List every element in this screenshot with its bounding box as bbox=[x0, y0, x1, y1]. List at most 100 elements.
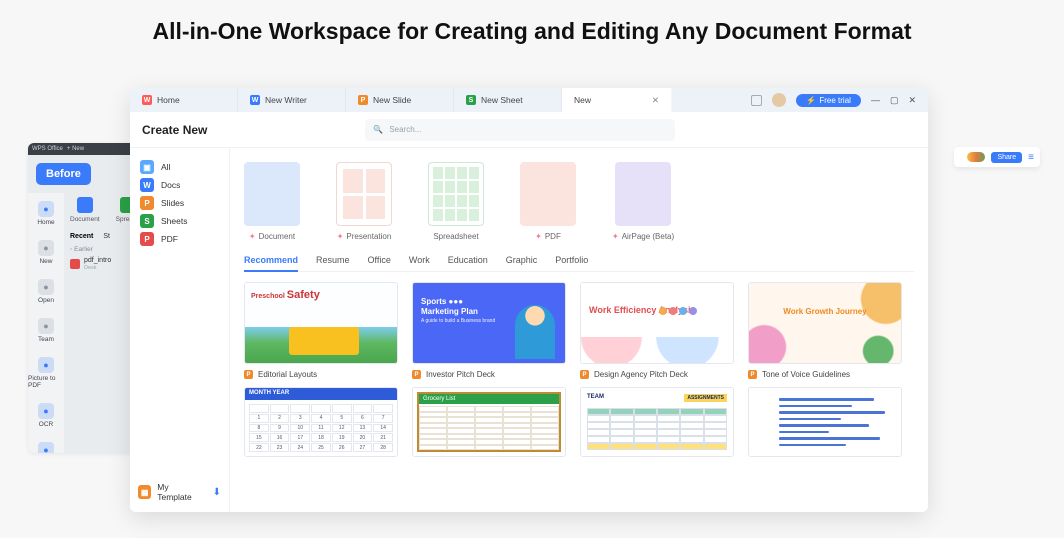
template-label: Investor Pitch Deck bbox=[426, 370, 495, 379]
rail-icon: ● bbox=[38, 403, 54, 419]
template-thumb: Sports ●●●Marketing PlanA guide to build… bbox=[412, 282, 566, 364]
tab-label: New Writer bbox=[265, 95, 307, 105]
before-rail-item[interactable]: ●New bbox=[38, 240, 54, 265]
before-rail-item[interactable]: ● OCR bbox=[38, 403, 54, 428]
window-tab[interactable]: WHome bbox=[130, 88, 238, 112]
before-file-name: pdf_intro bbox=[84, 257, 111, 264]
menu-icon[interactable]: ≡ bbox=[1028, 152, 1034, 163]
doc-type-thumb bbox=[615, 162, 671, 226]
doc-type-label: ✦AirPage (Beta) bbox=[612, 232, 674, 241]
template-card[interactable]: Grocery List bbox=[412, 387, 566, 457]
tab-icon: W bbox=[250, 95, 260, 105]
minimize-icon[interactable]: — bbox=[871, 95, 880, 106]
template-type-icon: P bbox=[412, 370, 421, 379]
before-rail-item[interactable]: ●Open bbox=[38, 279, 54, 304]
before-rail-item[interactable]: ●Team bbox=[38, 318, 54, 343]
sidebar-label: Sheets bbox=[161, 216, 187, 226]
sidebar-item[interactable]: WDocs bbox=[138, 176, 221, 194]
template-thumb: TEAMASSIGNMENTS bbox=[580, 387, 734, 457]
doc-type-label: ✦Presentation bbox=[337, 232, 392, 241]
template-row-2: MONTH YEAR123456789101112131415161718192… bbox=[244, 387, 914, 457]
before-badge: Before bbox=[36, 163, 91, 185]
sidebar-item[interactable]: S Sheets bbox=[138, 212, 221, 230]
template-thumb bbox=[748, 387, 902, 457]
avatar[interactable] bbox=[772, 93, 786, 107]
maximize-icon[interactable]: ▢ bbox=[890, 95, 899, 106]
sidebar-item[interactable]: P Slides bbox=[138, 194, 221, 212]
search-icon: 🔍 bbox=[373, 125, 383, 134]
category-tab[interactable]: Education bbox=[448, 255, 488, 265]
doc-type-thumb bbox=[244, 162, 300, 226]
template-card[interactable] bbox=[748, 387, 902, 457]
quick-icon bbox=[77, 197, 93, 213]
my-template-icon: ▦ bbox=[138, 485, 151, 499]
doc-type[interactable]: Spreadsheet bbox=[428, 162, 484, 241]
layout-icon[interactable] bbox=[751, 95, 762, 106]
category-tab[interactable]: Portfolio bbox=[555, 255, 588, 265]
tab-close-icon[interactable]: ✕ bbox=[652, 95, 659, 106]
doc-type[interactable]: ✦PDF bbox=[520, 162, 576, 241]
rail-label: OCR bbox=[39, 421, 53, 428]
template-card[interactable]: TEAMASSIGNMENTS bbox=[580, 387, 734, 457]
quick-label: Document bbox=[70, 216, 100, 223]
template-thumb: Work Efficiency Analysis bbox=[580, 282, 734, 364]
sidebar-item[interactable]: ▣ All bbox=[138, 158, 221, 176]
doc-type-label: ✦Document bbox=[249, 232, 295, 241]
doc-type[interactable]: ✦Document bbox=[244, 162, 300, 241]
doc-type[interactable]: ✦AirPage (Beta) bbox=[612, 162, 674, 241]
sidebar-label: PDF bbox=[161, 234, 178, 244]
my-template-button[interactable]: ▦ My Template ⬇ bbox=[138, 482, 221, 502]
category-tab[interactable]: Office bbox=[368, 255, 391, 265]
doc-type[interactable]: ✦Presentation bbox=[336, 162, 392, 241]
sidebar-icon: ▣ bbox=[140, 160, 154, 174]
share-button[interactable]: Share bbox=[991, 152, 1022, 163]
sidebar-icon: S bbox=[140, 214, 154, 228]
window-tab[interactable]: SNew Sheet bbox=[454, 88, 562, 112]
avatars-icon bbox=[967, 152, 985, 162]
template-label: Design Agency Pitch Deck bbox=[594, 370, 688, 379]
template-thumb: Preschool Safety bbox=[244, 282, 398, 364]
before-quick-item[interactable]: Document bbox=[70, 197, 100, 223]
sidebar-icon: W bbox=[140, 178, 154, 192]
rail-label: Team bbox=[38, 336, 54, 343]
before-tab-new: + New bbox=[67, 146, 84, 152]
template-card[interactable]: Work Growth JourneyPTone of Voice Guidel… bbox=[748, 282, 902, 379]
category-tab[interactable]: Recommend bbox=[244, 255, 298, 272]
before-tab-st[interactable]: St bbox=[103, 233, 110, 240]
sidebar-icon: P bbox=[140, 232, 154, 246]
template-type-icon: P bbox=[748, 370, 757, 379]
window-tab[interactable]: W New Writer bbox=[238, 88, 346, 112]
before-tab-recent[interactable]: Recent bbox=[70, 233, 93, 240]
template-card[interactable]: Sports ●●●Marketing PlanA guide to build… bbox=[412, 282, 566, 379]
templates-grid: Preschool SafetyPEditorial LayoutsSports… bbox=[244, 282, 914, 457]
window-tabs: WHome W New Writer PNew SlideSNew SheetNew✕… bbox=[130, 88, 928, 112]
doc-type-thumb bbox=[428, 162, 484, 226]
sidebar-icon: P bbox=[140, 196, 154, 210]
ai-icon: ✦ bbox=[612, 232, 619, 241]
window-tab[interactable]: PNew Slide bbox=[346, 88, 454, 112]
free-trial-button[interactable]: ⚡ Free trial bbox=[796, 94, 861, 107]
template-type-icon: P bbox=[244, 370, 253, 379]
before-tab-office: WPS Office bbox=[32, 146, 63, 152]
close-icon[interactable]: ✕ bbox=[908, 95, 916, 106]
template-card[interactable]: Preschool SafetyPEditorial Layouts bbox=[244, 282, 398, 379]
doc-type-thumb bbox=[520, 162, 576, 226]
before-rail-item[interactable]: ●Picture to PDF bbox=[28, 357, 64, 389]
category-tab[interactable]: Resume bbox=[316, 255, 350, 265]
before-rail-item[interactable]: ●Home bbox=[37, 201, 54, 226]
template-card[interactable]: Work Efficiency AnalysisPDesign Agency P… bbox=[580, 282, 734, 379]
sidebar-label: All bbox=[161, 162, 170, 172]
ai-icon: ✦ bbox=[337, 232, 344, 241]
search-input[interactable]: 🔍 Search... bbox=[365, 119, 675, 141]
template-row-1: Preschool SafetyPEditorial LayoutsSports… bbox=[244, 282, 914, 379]
rail-label: Open bbox=[38, 297, 54, 304]
window-tab[interactable]: New✕ bbox=[562, 88, 672, 112]
category-tab[interactable]: Graphic bbox=[506, 255, 538, 265]
category-tabs: Recommend Resume Office Work Education Graphi… bbox=[244, 255, 914, 272]
before-rail-item[interactable]: ●PDF to Word bbox=[28, 442, 64, 453]
rail-icon: ● bbox=[38, 442, 54, 453]
sidebar-label: Slides bbox=[161, 198, 184, 208]
template-card[interactable]: MONTH YEAR123456789101112131415161718192… bbox=[244, 387, 398, 457]
category-tab[interactable]: Work bbox=[409, 255, 430, 265]
sidebar-item[interactable]: P PDF bbox=[138, 230, 221, 248]
